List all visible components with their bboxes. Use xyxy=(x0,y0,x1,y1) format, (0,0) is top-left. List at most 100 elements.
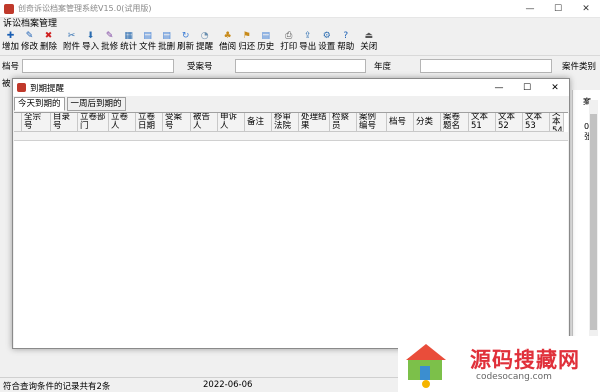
tab-due-in-week[interactable]: 一周后到期的 xyxy=(66,97,126,111)
expiry-reminder-dialog: 到期提醒 — ☐ ✕ 今天到期的 一周后到期的 全宗号 目录号 立卷部门 立卷人 立卷日… xyxy=(12,78,570,349)
column-header[interactable]: 目录号 xyxy=(51,113,78,131)
toolbar-button-13[interactable]: ▤ 历史 xyxy=(257,31,274,53)
search-label-case-no: 受案号 xyxy=(187,62,213,72)
toolbar-button-12[interactable]: ⚑ 归还 xyxy=(238,31,255,53)
search-label-year: 年度 xyxy=(374,62,392,72)
search-label-file-no: 档号 xyxy=(2,62,20,72)
dialog-close-button[interactable]: ✕ xyxy=(541,79,569,96)
toolbar-button-8[interactable]: ▤ 批删 xyxy=(158,31,175,53)
column-header[interactable]: 处理结果 xyxy=(299,113,330,131)
table-row[interactable] xyxy=(14,132,568,141)
column-header[interactable]: 立卷日期 xyxy=(136,113,163,131)
tab-due-today[interactable]: 今天到期的 xyxy=(14,97,65,111)
export-icon: ⇪ xyxy=(303,31,312,41)
column-header[interactable]: 备注 xyxy=(245,113,272,131)
toolbar-button-label: 批修 xyxy=(101,42,119,52)
watermark-url: codesocang.com xyxy=(476,372,552,382)
column-header[interactable]: 分类 xyxy=(414,113,441,131)
dialog-tabs: 今天到期的 一周后到期的 xyxy=(13,97,569,111)
toolbar-button-label: 删除 xyxy=(40,42,58,52)
search-label-case-type: 案件类别 xyxy=(562,62,597,72)
help-icon: ? xyxy=(343,31,349,41)
toolbar-button-15[interactable]: ⇪ 导出 xyxy=(299,31,316,53)
toolbar-button-label: 批删 xyxy=(158,42,176,52)
toolbar-button-label: 统计 xyxy=(120,42,138,52)
toolbar-button-5[interactable]: ✎ 批修 xyxy=(101,31,118,53)
record-count-status: 符合查询条件的记录共有2条 xyxy=(3,382,111,392)
column-header[interactable]: 被告人 xyxy=(191,113,218,131)
toolbar-button-label: 提醒 xyxy=(196,42,214,52)
scrollbar-thumb[interactable] xyxy=(590,114,597,330)
house-logo-icon xyxy=(406,344,446,388)
grid-header: 全宗号 目录号 立卷部门 立卷人 立卷日期 受案号 被告人 申诉人 备注 移审法院 处理结果 检察员案… xyxy=(14,113,564,132)
column-header[interactable]: 移审法院 xyxy=(272,113,299,131)
toolbar-button-2[interactable]: ✖ 删除 xyxy=(40,31,57,53)
toolbar-button-label: 文件 xyxy=(139,42,157,52)
search-label-defendant: 被 xyxy=(2,79,11,89)
column-header[interactable]: 立卷人 xyxy=(109,113,136,131)
column-header[interactable]: 立卷部门 xyxy=(78,113,109,131)
toolbar-button-17[interactable]: ? 帮助 xyxy=(337,31,354,53)
column-header[interactable]: 受案号 xyxy=(163,113,191,131)
toolbar-button-label: 刷新 xyxy=(177,42,195,52)
column-header[interactable]: 申诉人 xyxy=(218,113,245,131)
column-header[interactable]: 案例编号 xyxy=(357,113,387,131)
toolbar-button-1[interactable]: ✎ 修改 xyxy=(21,31,38,53)
delete-icon: ✖ xyxy=(44,31,53,41)
search-row: 档号 受案号 年度 案件类别 xyxy=(0,57,600,75)
batch-delete-icon: ▤ xyxy=(162,31,171,41)
toolbar-button-18[interactable]: ⏏ 关闭 xyxy=(360,31,377,53)
toolbar-button-14[interactable]: ⎙ 打印 xyxy=(280,31,297,53)
maximize-button[interactable]: ☐ xyxy=(544,0,572,18)
dialog-app-icon xyxy=(17,83,26,92)
toolbar-button-6[interactable]: ▦ 统计 xyxy=(120,31,137,53)
toolbar-button-16[interactable]: ⚙ 设置 xyxy=(318,31,335,53)
toolbar-button-label: 归还 xyxy=(238,42,256,52)
column-header[interactable]: 全宗号 xyxy=(22,113,51,131)
toolbar-button-4[interactable]: ⬇ 导入 xyxy=(82,31,99,53)
reminder-icon: ◔ xyxy=(200,31,209,41)
app-logo-icon xyxy=(4,3,14,14)
column-header[interactable]: 文本51 xyxy=(469,113,496,131)
close-button[interactable]: ✕ xyxy=(572,0,600,18)
exit-icon: ⏏ xyxy=(364,31,374,41)
toolbar-button-label: 打印 xyxy=(280,42,298,52)
toolbar-button-7[interactable]: ▤ 文件 xyxy=(139,31,156,53)
history-icon: ▤ xyxy=(261,31,270,41)
column-header[interactable]: 文本52 xyxy=(496,113,523,131)
app-title: 创奇诉讼档案管理系统V15.0(试用版) xyxy=(18,4,152,13)
toolbar-button-11[interactable]: ♣ 借阅 xyxy=(219,31,236,53)
column-header[interactable]: 案卷题名 xyxy=(441,113,469,131)
dialog-maximize-button[interactable]: ☐ xyxy=(513,79,541,96)
minimize-button[interactable]: — xyxy=(516,0,544,18)
year-input[interactable] xyxy=(420,59,552,73)
toolbar-button-10[interactable]: ◔ 提醒 xyxy=(196,31,213,53)
reminder-grid: 全宗号 目录号 立卷部门 立卷人 立卷日期 受案号 被告人 申诉人 备注 移审法院 处理结果 检察员案… xyxy=(14,112,568,348)
status-date: 2022-06-06 xyxy=(203,380,253,390)
toolbar-button-label: 修改 xyxy=(21,42,39,52)
dialog-title: 到期提醒 xyxy=(30,83,65,94)
toolbar-button-0[interactable]: ✚ 增加 xyxy=(2,31,19,53)
toolbar-button-label: 关闭 xyxy=(360,42,378,52)
column-header[interactable]: 文本54 xyxy=(550,113,564,131)
toolbar-button-label: 导出 xyxy=(299,42,317,52)
toolbar-button-label: 导入 xyxy=(82,42,100,52)
dialog-titlebar: 到期提醒 — ☐ ✕ xyxy=(13,79,569,96)
file-no-input[interactable] xyxy=(22,59,174,73)
column-header[interactable]: 文本53 xyxy=(523,113,550,131)
column-header[interactable]: 检察员 xyxy=(330,113,357,131)
toolbar-button-9[interactable]: ↻ 刷新 xyxy=(177,31,194,53)
borrow-icon: ♣ xyxy=(223,31,232,41)
toolbar: ✚ 增加 ✎ 修改 ✖ 删除 ✂ 附件 ⬇ 导入 ✎ 批修 ▦ 统计 ▤ 文件 ▤ 批删 ↻ 刷新 ◔ 提醒 ♣ 借阅 ⚑ 归还 ▤… xyxy=(0,31,600,56)
print-icon: ⎙ xyxy=(285,31,293,41)
toolbar-button-3[interactable]: ✂ 附件 xyxy=(63,31,80,53)
import-icon: ⬇ xyxy=(86,31,95,41)
toolbar-button-label: 历史 xyxy=(257,42,275,52)
main-vertical-scrollbar[interactable] xyxy=(589,100,598,342)
watermark-text: 源码搜藏网 xyxy=(470,348,580,372)
case-no-input[interactable] xyxy=(235,59,366,73)
toolbar-button-label: 增加 xyxy=(2,42,20,52)
dialog-minimize-button[interactable]: — xyxy=(485,79,513,96)
column-header[interactable]: 档号 xyxy=(387,113,414,131)
row-selector-header xyxy=(14,113,22,131)
